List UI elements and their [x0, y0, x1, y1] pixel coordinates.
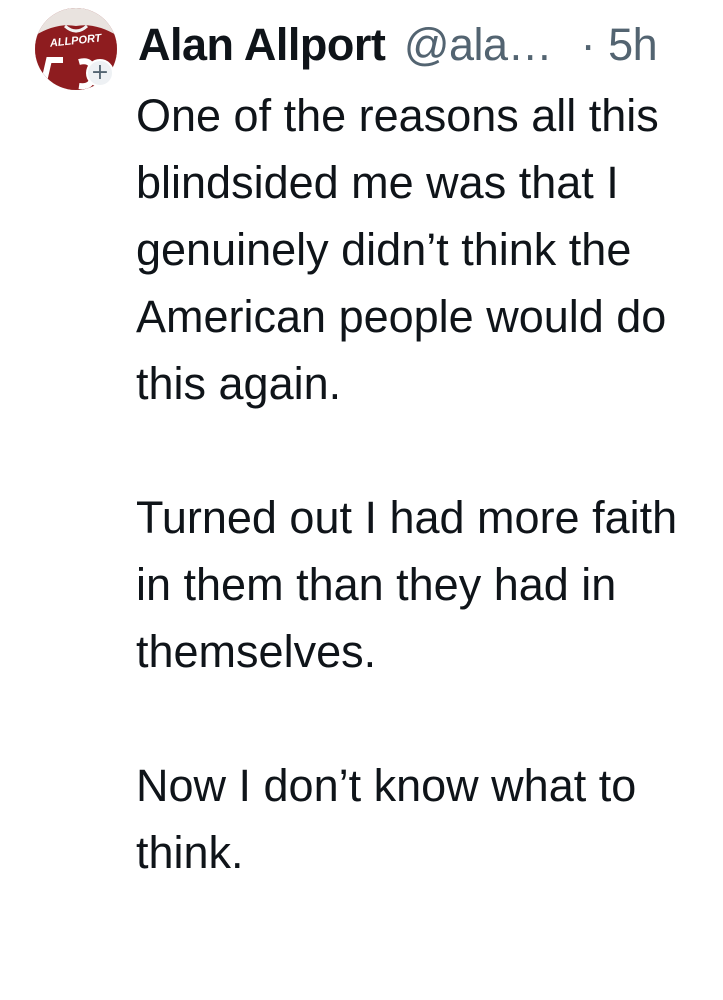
tweet-paragraph: One of the reasons all this blindsided m…: [136, 90, 667, 409]
tweet-header: Alan Allport @ala… · 5h: [138, 14, 703, 76]
meta-separator: ·: [580, 19, 596, 70]
tweet-timestamp[interactable]: 5h: [608, 19, 658, 70]
tweet-paragraph: Now I don’t know what to think.: [136, 760, 637, 878]
tweet-body: One of the reasons all this blindsided m…: [136, 82, 706, 886]
author-display-name[interactable]: Alan Allport: [138, 19, 386, 70]
tweet-paragraph: Turned out I had more faith in them than…: [136, 492, 678, 677]
tweet-card[interactable]: ALLPORT + Alan Allport @ala… · 5h One of…: [0, 0, 723, 1000]
follow-plus-icon[interactable]: +: [86, 59, 114, 87]
author-handle[interactable]: @ala…: [404, 19, 553, 70]
follow-plus-label: +: [90, 60, 110, 85]
